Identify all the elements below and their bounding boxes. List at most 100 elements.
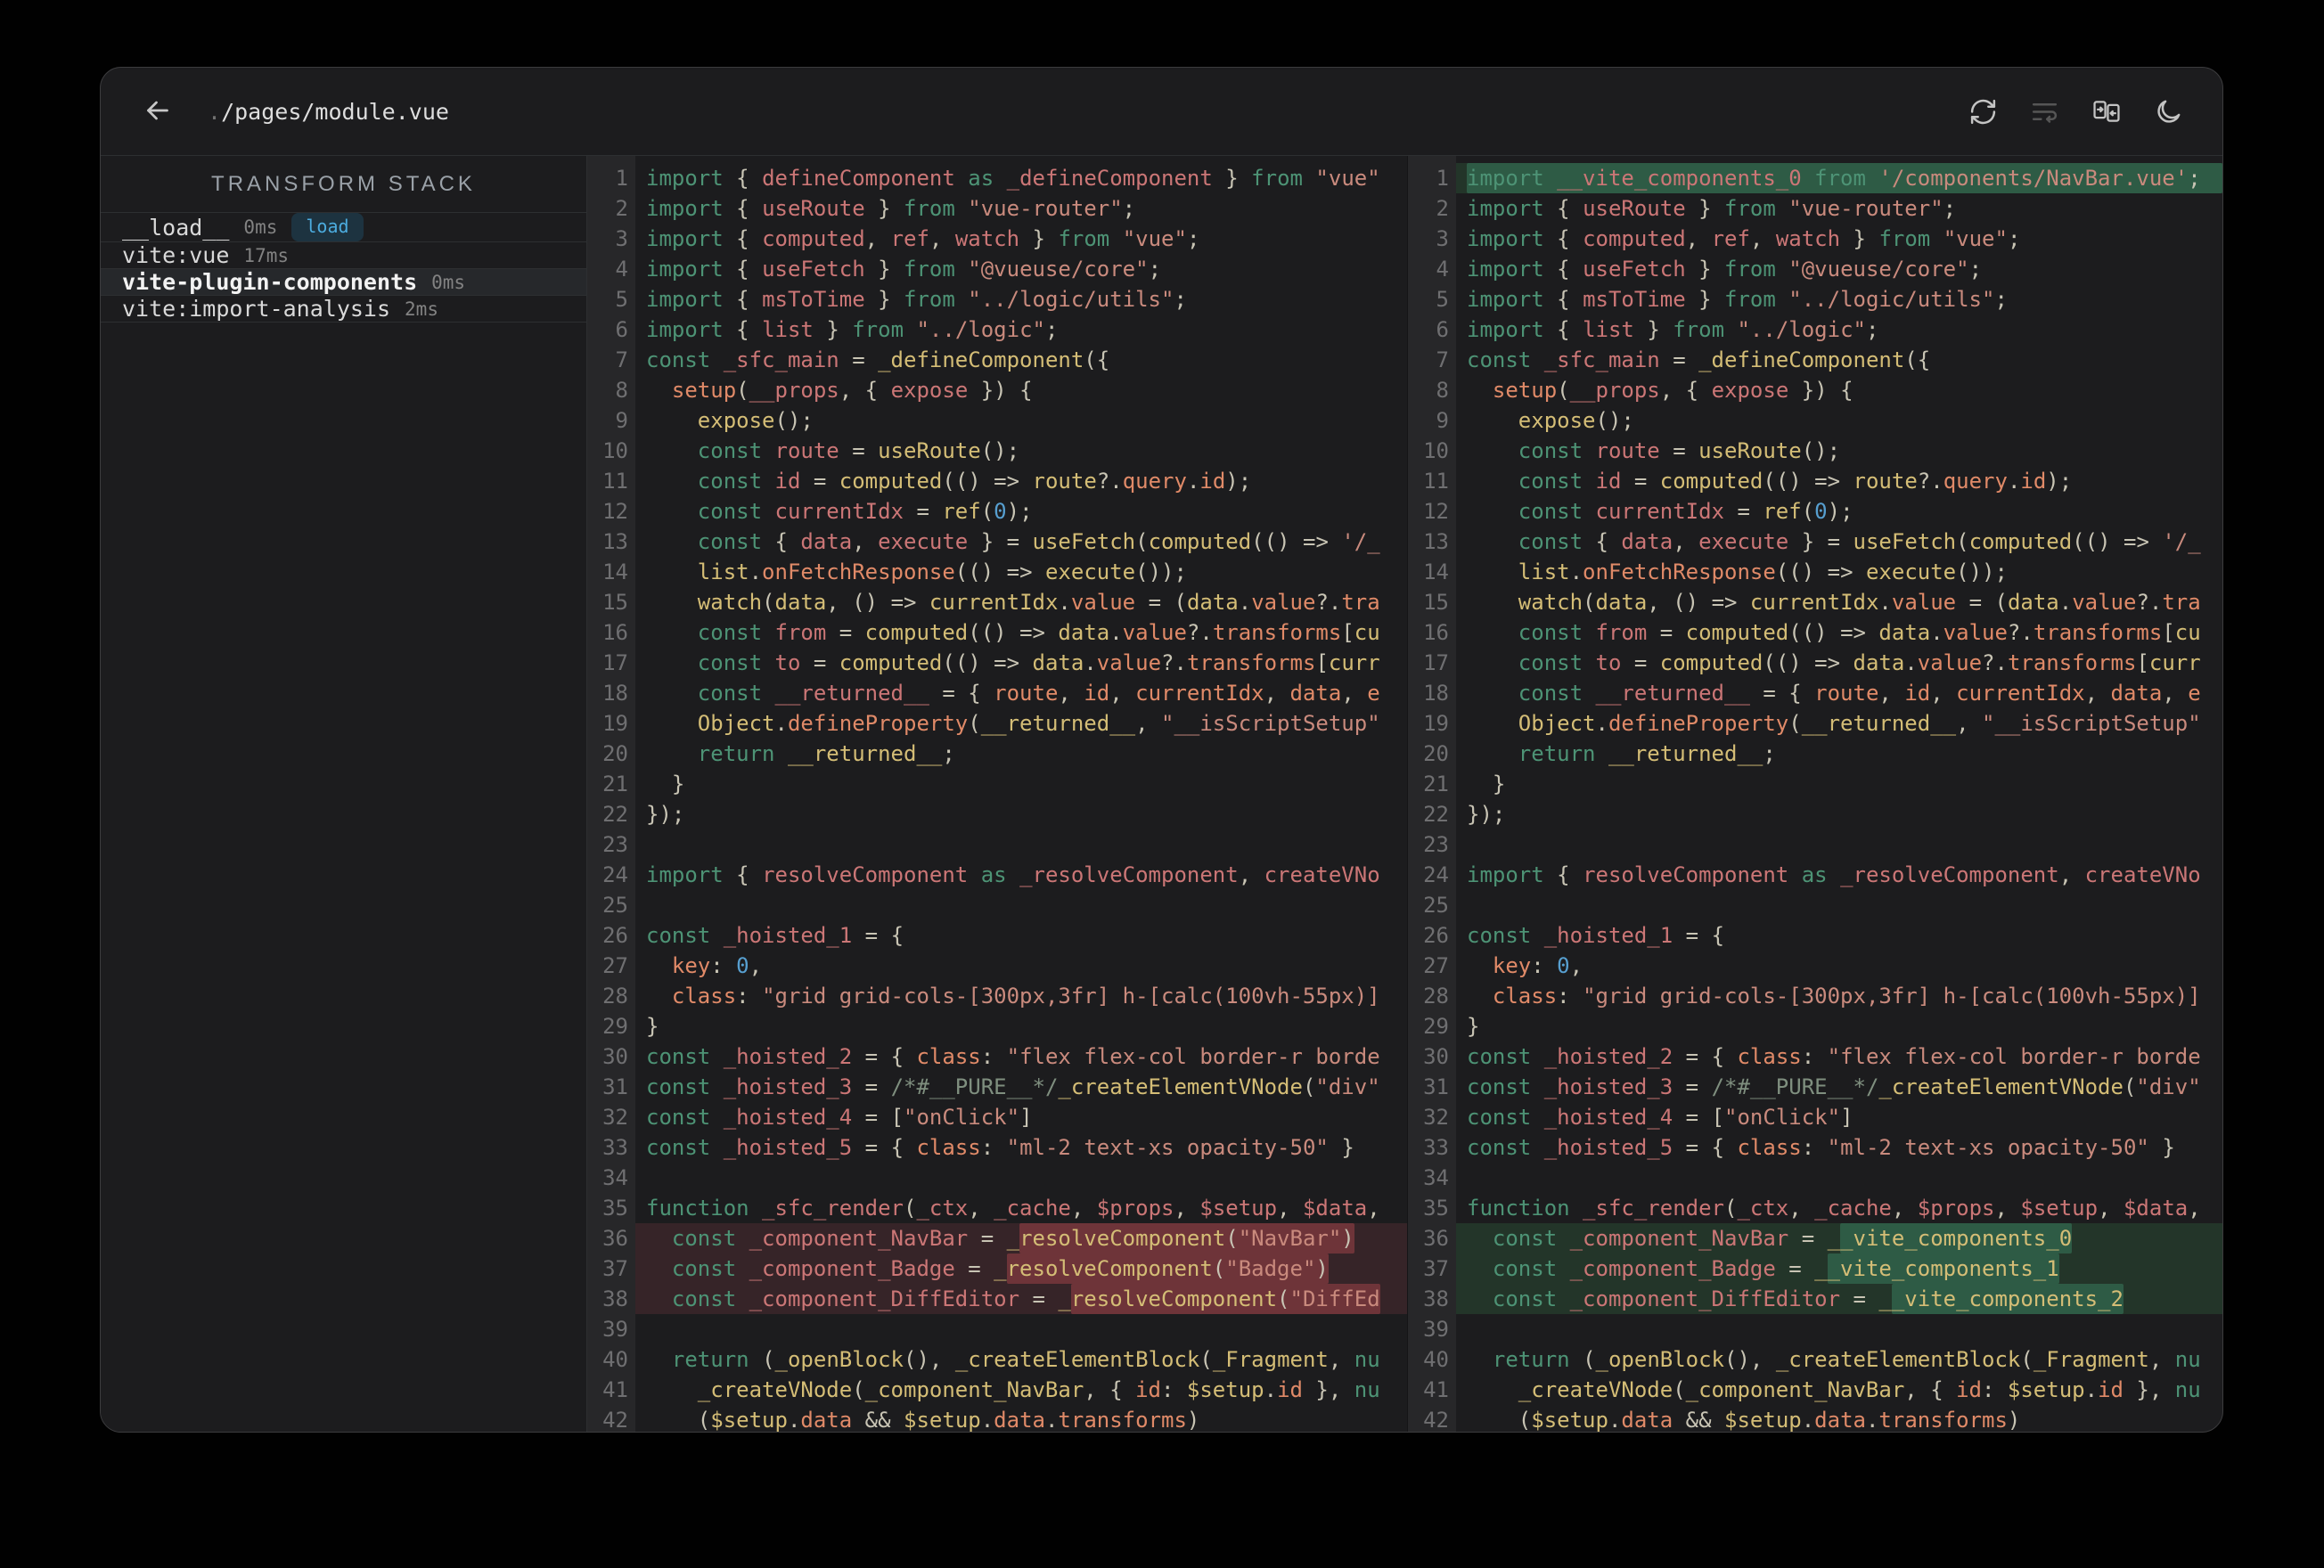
line-number: 11 xyxy=(602,469,628,494)
line-number: 27 xyxy=(602,953,628,978)
code-line: const _hoisted_2 = { class: "flex flex-c… xyxy=(646,1044,1380,1069)
code-line: list.onFetchResponse(() => execute()); xyxy=(697,559,1187,584)
back-button[interactable] xyxy=(142,94,174,129)
transform-stack-item[interactable]: vite-plugin-components 0ms xyxy=(101,269,586,296)
code-line: const from = computed(() => data.value?.… xyxy=(1518,620,2201,645)
line-number: 28 xyxy=(1423,984,1449,1009)
code-line: const to = computed(() => data.value?.tr… xyxy=(697,650,1380,675)
line-number: 40 xyxy=(1423,1347,1449,1372)
line-number: 19 xyxy=(602,711,628,736)
line-number: 17 xyxy=(1423,650,1449,675)
line-number: 26 xyxy=(1423,923,1449,948)
line-number: 1 xyxy=(1436,166,1449,191)
plugin-name: vite:vue xyxy=(122,242,230,268)
code-line: list.onFetchResponse(() => execute()); xyxy=(1518,559,2008,584)
code-line: import { list } from "../logic"; xyxy=(646,317,1059,342)
code-line: function _sfc_render(_ctx, _cache, $prop… xyxy=(1467,1196,2201,1221)
line-number: 31 xyxy=(1423,1074,1449,1099)
code-line-added: const _component_DiffEditor = __vite_com… xyxy=(1456,1284,2222,1314)
diff-highlight: resolveComponent("Badge") xyxy=(1006,1254,1329,1284)
code-line: class: "grid grid-cols-[300px,3fr] h-[ca… xyxy=(1492,984,2201,1009)
transform-stack-item[interactable]: vite:vue 17ms xyxy=(101,242,586,269)
line-number: 11 xyxy=(1423,469,1449,494)
code-line: }); xyxy=(1467,802,1506,827)
line-number: 6 xyxy=(1436,317,1449,342)
line-number: 18 xyxy=(1423,681,1449,706)
code-line-added: const _component_Badge = __vite_componen… xyxy=(1456,1254,2222,1284)
code-line: return __returned__; xyxy=(1518,741,1776,766)
code-line: const _hoisted_4 = ["onClick"] xyxy=(646,1105,1033,1130)
swap-panes-button[interactable] xyxy=(2091,96,2122,127)
topbar: ./pages/module.vue xyxy=(101,68,2222,156)
plugin-name: vite:import-analysis xyxy=(122,296,391,322)
line-number: 15 xyxy=(602,590,628,615)
plugin-name: __load__ xyxy=(122,214,230,241)
transform-stack-item[interactable]: __load__ 0ms load xyxy=(101,213,586,242)
plugin-time: 17ms xyxy=(243,244,289,266)
line-number: 39 xyxy=(1423,1317,1449,1342)
line-number: 21 xyxy=(1423,772,1449,796)
code-line: expose(); xyxy=(1518,408,1634,433)
line-wrap-icon xyxy=(2030,97,2059,127)
diff-pane-after[interactable]: 1 2 3 4 5 6 7 8 9 10 11 12 13 14 15 16 17 18 19 20 21 22 23 24 2… xyxy=(1407,156,2222,1432)
refresh-button[interactable] xyxy=(1968,97,1998,127)
line-wrap-button[interactable] xyxy=(2030,97,2059,127)
title-prefix: . xyxy=(208,98,222,125)
line-number: 4 xyxy=(1436,257,1449,282)
line-number: 42 xyxy=(602,1408,628,1432)
line-number: 37 xyxy=(1423,1256,1449,1281)
code-line-removed: const _component_Badge = _resolveCompone… xyxy=(635,1254,1407,1284)
line-number: 9 xyxy=(615,408,628,433)
diff-pane-before[interactable]: 1 2 3 4 5 6 7 8 9 10 11 12 13 14 15 16 17 18 19 20 21 22 23 24 2… xyxy=(587,156,1407,1432)
line-number: 25 xyxy=(602,893,628,918)
code-line: const from = computed(() => data.value?.… xyxy=(697,620,1380,645)
topbar-actions xyxy=(1968,96,2183,127)
code-line: setup(__props, { expose }) { xyxy=(1492,378,1853,403)
code-line: import { resolveComponent as _resolveCom… xyxy=(1467,862,2201,887)
code-line-removed: const _component_NavBar = _resolveCompon… xyxy=(635,1223,1407,1254)
code-line: key: 0, xyxy=(671,953,763,978)
line-number: 39 xyxy=(602,1317,628,1342)
line-number: 18 xyxy=(602,681,628,706)
line-number: 22 xyxy=(602,802,628,827)
title-path: /pages/module.vue xyxy=(221,98,449,125)
code-line: const currentIdx = ref(0); xyxy=(1518,499,1853,524)
load-badge: load xyxy=(291,213,364,241)
line-number: 24 xyxy=(602,862,628,887)
line-number: 23 xyxy=(1423,832,1449,857)
line-number-gutter: 1 2 3 4 5 6 7 8 9 10 11 12 13 14 15 16 17 18 19 20 21 22 23 24 2… xyxy=(587,156,635,1432)
code-line-added: const _component_NavBar = __vite_compone… xyxy=(1456,1223,2222,1254)
line-number: 10 xyxy=(1423,438,1449,463)
line-number: 32 xyxy=(1423,1105,1449,1130)
line-number: 33 xyxy=(602,1135,628,1160)
code-line: } xyxy=(1492,772,1506,796)
code-line: const id = computed(() => route?.query.i… xyxy=(697,469,1252,494)
line-number: 2 xyxy=(615,196,628,221)
line-number: 3 xyxy=(615,226,628,251)
code-line: import { defineComponent as _defineCompo… xyxy=(646,166,1380,191)
code-line: const { data, execute } = useFetch(compu… xyxy=(697,529,1380,554)
transform-stack-item[interactable]: vite:import-analysis 2ms xyxy=(101,296,586,323)
code-line: }); xyxy=(646,802,685,827)
code-line: return (_openBlock(), _createElementBloc… xyxy=(671,1347,1380,1372)
line-number: 3 xyxy=(1436,226,1449,251)
line-number: 41 xyxy=(1423,1377,1449,1402)
line-number: 8 xyxy=(615,378,628,403)
dark-mode-button[interactable] xyxy=(2154,97,2183,127)
code-line: watch(data, () => currentIdx.value = (da… xyxy=(1518,590,2201,615)
line-number: 23 xyxy=(602,832,628,857)
line-number: 7 xyxy=(615,347,628,372)
line-number: 33 xyxy=(1423,1135,1449,1160)
code-line: expose(); xyxy=(697,408,814,433)
code-line: import { list } from "../logic"; xyxy=(1467,317,1879,342)
code-line: import { computed, ref, watch } from "vu… xyxy=(1467,226,2021,251)
code-line: const to = computed(() => data.value?.tr… xyxy=(1518,650,2201,675)
line-number: 21 xyxy=(602,772,628,796)
plugin-time: 0ms xyxy=(243,216,278,238)
line-number: 30 xyxy=(1423,1044,1449,1069)
line-number: 38 xyxy=(1423,1286,1449,1311)
